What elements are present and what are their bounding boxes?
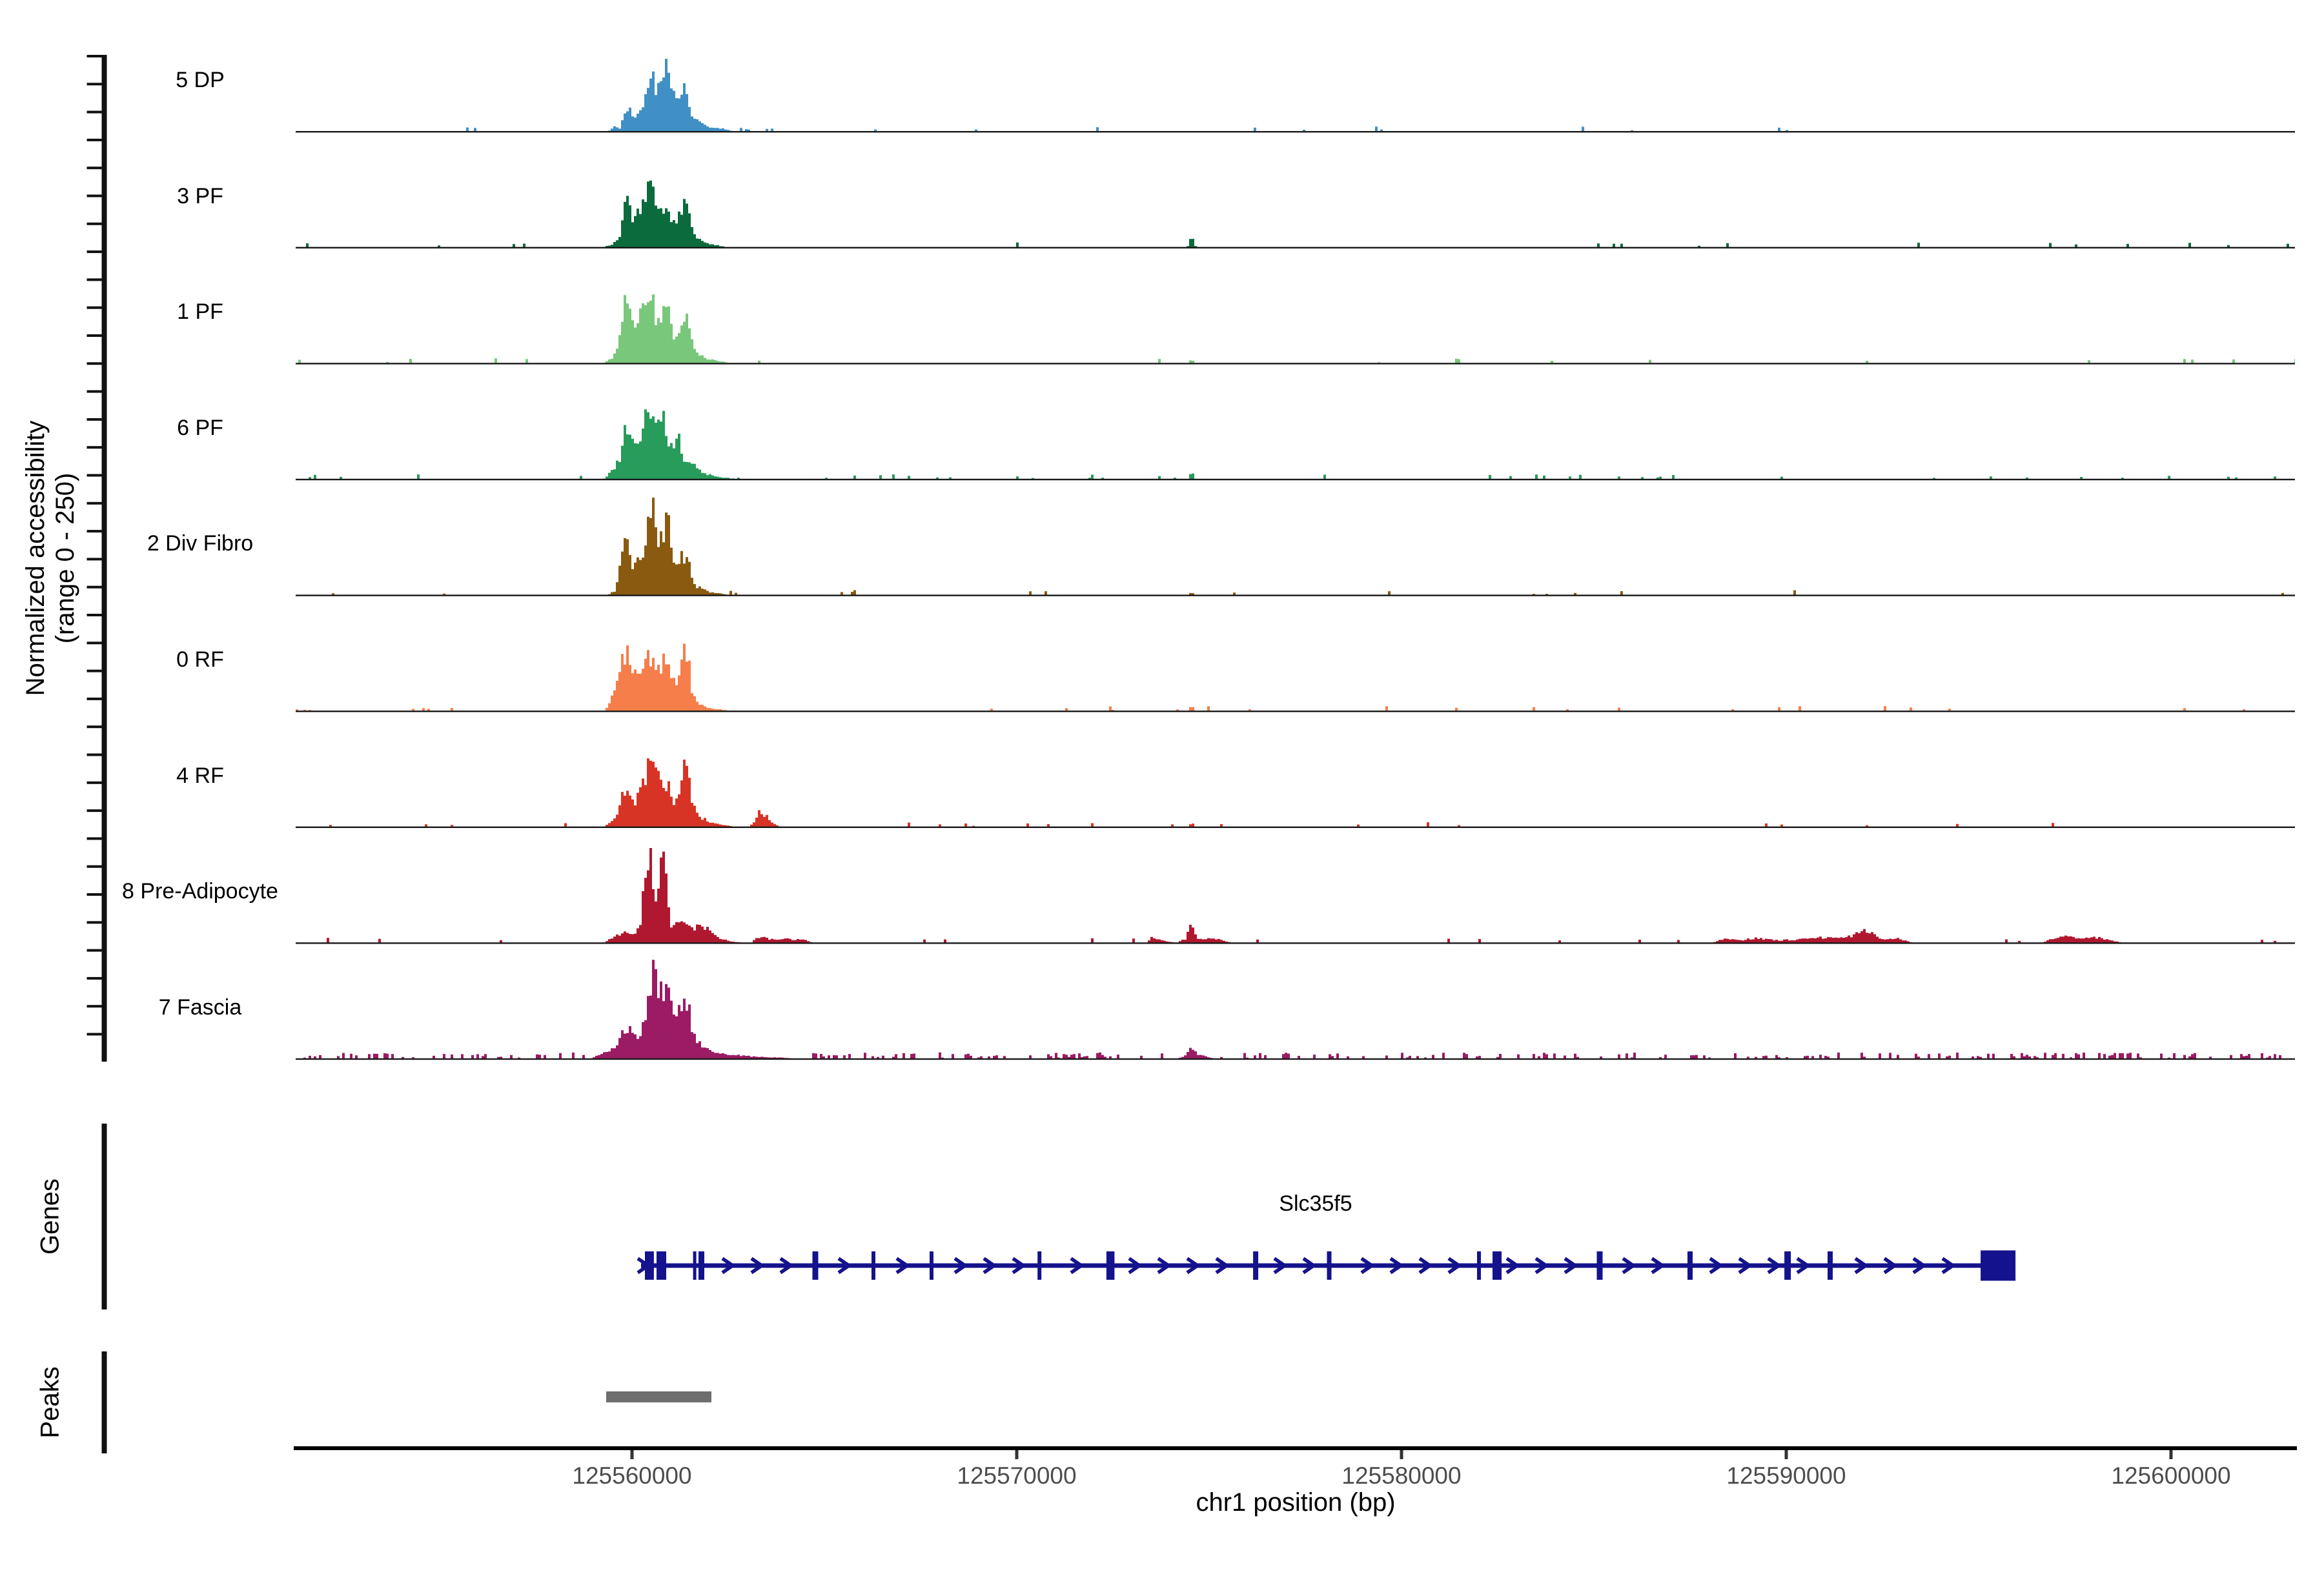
track-label-8preadipocyte: 8 Pre-Adipocyte	[39, 878, 362, 904]
y-axis-label-line2: (range 0 - 250)	[50, 171, 80, 945]
exon-tick	[1597, 1251, 1603, 1280]
track-label-6pf: 6 PF	[39, 415, 362, 441]
x-axis-tick	[631, 1450, 634, 1459]
exon-tick	[693, 1251, 697, 1280]
x-tick-label-125600000: 125600000	[2068, 1462, 2274, 1490]
track-label-2divfibro: 2 Div Fibro	[39, 530, 362, 556]
exon-box	[1493, 1251, 1502, 1280]
track-label-1pf: 1 PF	[39, 299, 362, 325]
y-axis-label-line1: Normalized accessibility	[21, 171, 50, 945]
exon-box	[1106, 1251, 1115, 1280]
track-baseline-4	[296, 594, 2295, 596]
peaks-panel-label: Peaks	[36, 1209, 65, 1596]
track-label-0rf: 0 RF	[39, 647, 362, 672]
exon-box	[657, 1251, 666, 1280]
gene-name-label: Slc35f5	[1154, 1191, 1477, 1217]
exon-tick	[1784, 1251, 1791, 1280]
y-axis-label: Normalized accessibility (range 0 - 250)	[21, 171, 80, 945]
track-baseline-6	[296, 827, 2295, 828]
track-label-5dp: 5 DP	[39, 67, 362, 93]
coverage-plot-figure: Normalized accessibility (range 0 - 250)…	[0, 0, 2324, 1549]
track-baseline-8	[296, 1058, 2295, 1060]
track-label-3pf: 3 PF	[39, 183, 362, 209]
peak-region-bar	[606, 1391, 711, 1402]
track-baseline-3	[296, 479, 2295, 480]
exon-tick	[930, 1251, 933, 1280]
exon-tick	[1253, 1251, 1258, 1280]
exon-tick	[1327, 1251, 1332, 1280]
x-tick-label-125590000: 125590000	[1683, 1462, 1890, 1490]
track-label-7fascia: 7 Fascia	[39, 995, 362, 1020]
track-label-4rf: 4 RF	[39, 763, 362, 789]
coverage-signal-6	[296, 758, 2295, 827]
coverage-signal-4	[296, 498, 2295, 595]
track-baseline-1	[296, 247, 2295, 248]
x-tick-label-125560000: 125560000	[529, 1462, 735, 1490]
terminal-exon-box	[1981, 1251, 2015, 1281]
x-tick-label-125570000: 125570000	[913, 1462, 1120, 1490]
track-baseline-2	[296, 363, 2295, 364]
coverage-signal-2	[296, 294, 2295, 363]
exon-tick	[1828, 1251, 1833, 1280]
exon-tick	[1687, 1251, 1693, 1280]
exon-tick	[813, 1251, 819, 1280]
exon-box	[698, 1251, 704, 1280]
exon-tick	[1477, 1251, 1481, 1280]
x-axis-line	[294, 1446, 2297, 1450]
x-tick-label-125580000: 125580000	[1298, 1462, 1505, 1490]
track-baseline-0	[296, 131, 2295, 132]
x-axis-tick	[1785, 1450, 1788, 1459]
track-baseline-7	[296, 942, 2295, 944]
x-axis-tick	[1015, 1450, 1019, 1459]
exon-tick	[872, 1251, 875, 1280]
track-baseline-5	[296, 711, 2295, 712]
coverage-signal-5	[296, 643, 2295, 711]
coverage-signal-3	[296, 409, 2295, 479]
x-axis-tick	[1400, 1450, 1403, 1459]
coverage-signal-7	[296, 848, 2295, 943]
peaks-bracket	[102, 1351, 107, 1453]
coverage-signal-8	[296, 960, 2295, 1059]
genes-bracket	[102, 1124, 107, 1309]
x-axis-tick	[2170, 1450, 2173, 1459]
coverage-signal-0	[296, 59, 2295, 132]
coverage-signal-1	[296, 181, 2295, 248]
exon-tick	[1037, 1251, 1041, 1280]
x-axis-title: chr1 position (bp)	[973, 1488, 1618, 1517]
